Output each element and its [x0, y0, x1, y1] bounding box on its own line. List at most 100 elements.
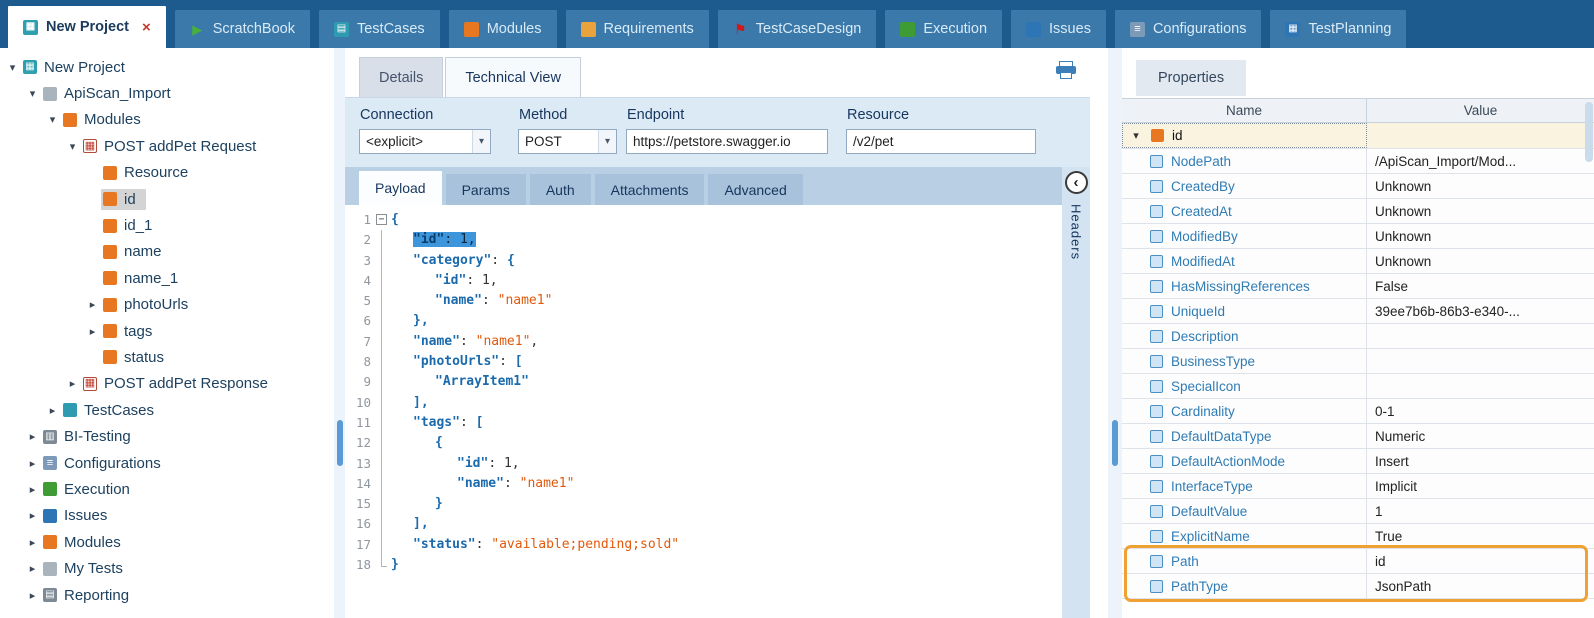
tab-params[interactable]: Params — [446, 174, 526, 205]
tab-details[interactable]: Details — [359, 57, 443, 97]
resource-input[interactable]: /v2/pet — [846, 129, 1036, 154]
tree-item-post-addpet-response[interactable]: ▸▦POST addPet Response — [0, 371, 334, 397]
tree-item-apiscan-import[interactable]: ▾ApiScan_Import — [0, 80, 334, 106]
property-row-createdat[interactable]: CreatedAtUnknown — [1122, 199, 1594, 224]
top-tab-testplanning[interactable]: ▦TestPlanning — [1270, 10, 1406, 48]
tree-item-bi-testing[interactable]: ▸▥BI-Testing — [0, 423, 334, 449]
expander-collapsed-icon[interactable]: ▸ — [84, 325, 101, 338]
top-tab-requirements[interactable]: Requirements — [566, 10, 709, 48]
property-row-id[interactable]: ▾id — [1122, 123, 1594, 149]
expander-collapsed-icon[interactable]: ▸ — [24, 457, 41, 470]
payload-editor[interactable]: 1−{2"id": 1,3"category": {4"id": 1,5"nam… — [345, 205, 1062, 618]
splitter-grip-icon[interactable] — [1112, 420, 1118, 466]
code-line[interactable]: 18} — [345, 555, 1062, 575]
tree-item-modules[interactable]: ▾Modules — [0, 107, 334, 133]
expander-expanded-icon[interactable]: ▾ — [44, 113, 61, 126]
expander-expanded-icon[interactable]: ▾ — [24, 87, 41, 100]
expander-collapsed-icon[interactable]: ▸ — [24, 483, 41, 496]
connection-select[interactable]: <explicit> ▾ — [359, 129, 491, 154]
property-row-createdby[interactable]: CreatedByUnknown — [1122, 174, 1594, 199]
expander-collapsed-icon[interactable]: ▸ — [24, 430, 41, 443]
tab-properties[interactable]: Properties — [1136, 60, 1246, 96]
expand-panel-button[interactable]: ‹ — [1065, 171, 1088, 194]
splitter-grip-icon[interactable] — [337, 420, 343, 466]
property-row-defaultvalue[interactable]: DefaultValue1 — [1122, 499, 1594, 524]
expander-collapsed-icon[interactable]: ▸ — [24, 509, 41, 522]
top-tab-testcasedesign[interactable]: ⚑TestCaseDesign — [718, 10, 877, 48]
tree-item-resource[interactable]: Resource — [0, 160, 334, 186]
top-tab-testcases[interactable]: ▤TestCases — [319, 10, 440, 48]
tree-item-name[interactable]: name — [0, 239, 334, 265]
scrollbar-thumb[interactable] — [1585, 102, 1593, 162]
tree-item-issues[interactable]: ▸Issues — [0, 503, 334, 529]
expander-collapsed-icon[interactable]: ▸ — [44, 404, 61, 417]
tree-item-execution[interactable]: ▸Execution — [0, 476, 334, 502]
top-tab-new-project[interactable]: ▦New Project× — [8, 6, 166, 48]
tab-technical-view[interactable]: Technical View — [445, 57, 581, 97]
property-row-modifiedat[interactable]: ModifiedAtUnknown — [1122, 249, 1594, 274]
property-row-explicitname[interactable]: ExplicitNameTrue — [1122, 524, 1594, 549]
top-tab-issues[interactable]: Issues — [1011, 10, 1106, 48]
expander-expanded-icon[interactable]: ▾ — [1129, 129, 1143, 142]
expander-collapsed-icon[interactable]: ▸ — [24, 562, 41, 575]
collapse-box-icon[interactable]: − — [376, 214, 387, 225]
property-row-interfacetype[interactable]: InterfaceTypeImplicit — [1122, 474, 1594, 499]
code-line[interactable]: 11"tags": [ — [345, 413, 1062, 433]
code-line[interactable]: 14"name": "name1" — [345, 474, 1062, 494]
code-line[interactable]: 10], — [345, 393, 1062, 413]
code-line[interactable]: 1−{ — [345, 210, 1062, 230]
top-tab-scratchbook[interactable]: ▶ScratchBook — [175, 10, 310, 48]
code-line[interactable]: 4"id": 1, — [345, 271, 1062, 291]
code-line[interactable]: 9"ArrayItem1" — [345, 372, 1062, 392]
property-row-path[interactable]: Pathid — [1122, 549, 1594, 574]
code-line[interactable]: 2"id": 1, — [345, 230, 1062, 250]
tab-attachments[interactable]: Attachments — [595, 174, 705, 205]
code-line[interactable]: 3"category": { — [345, 251, 1062, 271]
tree-item-new-project[interactable]: ▾▦New Project — [0, 54, 334, 80]
property-row-pathtype[interactable]: PathTypeJsonPath — [1122, 574, 1594, 599]
tree-item-reporting[interactable]: ▸▤Reporting — [0, 582, 334, 608]
code-line[interactable]: 17"status": "available;pending;sold" — [345, 535, 1062, 555]
code-line[interactable]: 16], — [345, 514, 1062, 534]
code-line[interactable]: 12{ — [345, 433, 1062, 453]
method-select[interactable]: POST ▾ — [518, 129, 617, 154]
code-line[interactable]: 13"id": 1, — [345, 454, 1062, 474]
close-icon[interactable]: × — [142, 19, 151, 36]
code-line[interactable]: 15} — [345, 494, 1062, 514]
property-row-modifiedby[interactable]: ModifiedByUnknown — [1122, 224, 1594, 249]
tab-payload[interactable]: Payload — [359, 171, 442, 205]
top-tab-configurations[interactable]: ≡Configurations — [1115, 10, 1262, 48]
expander-collapsed-icon[interactable]: ▸ — [84, 298, 101, 311]
expander-collapsed-icon[interactable]: ▸ — [24, 536, 41, 549]
endpoint-input[interactable]: https://petstore.swagger.io — [626, 129, 828, 154]
expander-collapsed-icon[interactable]: ▸ — [64, 377, 81, 390]
headers-tab[interactable]: Headers — [1069, 204, 1084, 260]
property-row-nodepath[interactable]: NodePath/ApiScan_Import/Mod... — [1122, 149, 1594, 174]
chevron-down-icon[interactable]: ▾ — [598, 130, 616, 153]
print-icon[interactable] — [1056, 61, 1076, 78]
column-header-name[interactable]: Name — [1122, 99, 1367, 122]
tree-item-status[interactable]: status — [0, 344, 334, 370]
property-row-defaultdatatype[interactable]: DefaultDataTypeNumeric — [1122, 424, 1594, 449]
expander-collapsed-icon[interactable]: ▸ — [24, 589, 41, 602]
column-header-value[interactable]: Value — [1367, 99, 1594, 122]
top-tab-execution[interactable]: Execution — [885, 10, 1002, 48]
tree-item-post-addpet-request[interactable]: ▾▦POST addPet Request — [0, 133, 334, 159]
property-row-cardinality[interactable]: Cardinality0-1 — [1122, 399, 1594, 424]
tree-item-id[interactable]: id — [0, 186, 334, 212]
code-line[interactable]: 8"photoUrls": [ — [345, 352, 1062, 372]
tree-item-configurations[interactable]: ▸≡Configurations — [0, 450, 334, 476]
expander-expanded-icon[interactable]: ▾ — [64, 140, 81, 153]
tree-item-testcases[interactable]: ▸TestCases — [0, 397, 334, 423]
code-line[interactable]: 7"name": "name1", — [345, 332, 1062, 352]
tab-auth[interactable]: Auth — [530, 174, 591, 205]
code-line[interactable]: 6}, — [345, 311, 1062, 331]
property-row-specialicon[interactable]: SpecialIcon — [1122, 374, 1594, 399]
top-tab-modules[interactable]: Modules — [449, 10, 557, 48]
tab-advanced[interactable]: Advanced — [708, 174, 802, 205]
right-splitter[interactable] — [1108, 48, 1122, 618]
property-row-hasmissingreferences[interactable]: HasMissingReferencesFalse — [1122, 274, 1594, 299]
tree-item-name-1[interactable]: name_1 — [0, 265, 334, 291]
property-row-description[interactable]: Description — [1122, 324, 1594, 349]
left-splitter[interactable] — [334, 48, 345, 618]
